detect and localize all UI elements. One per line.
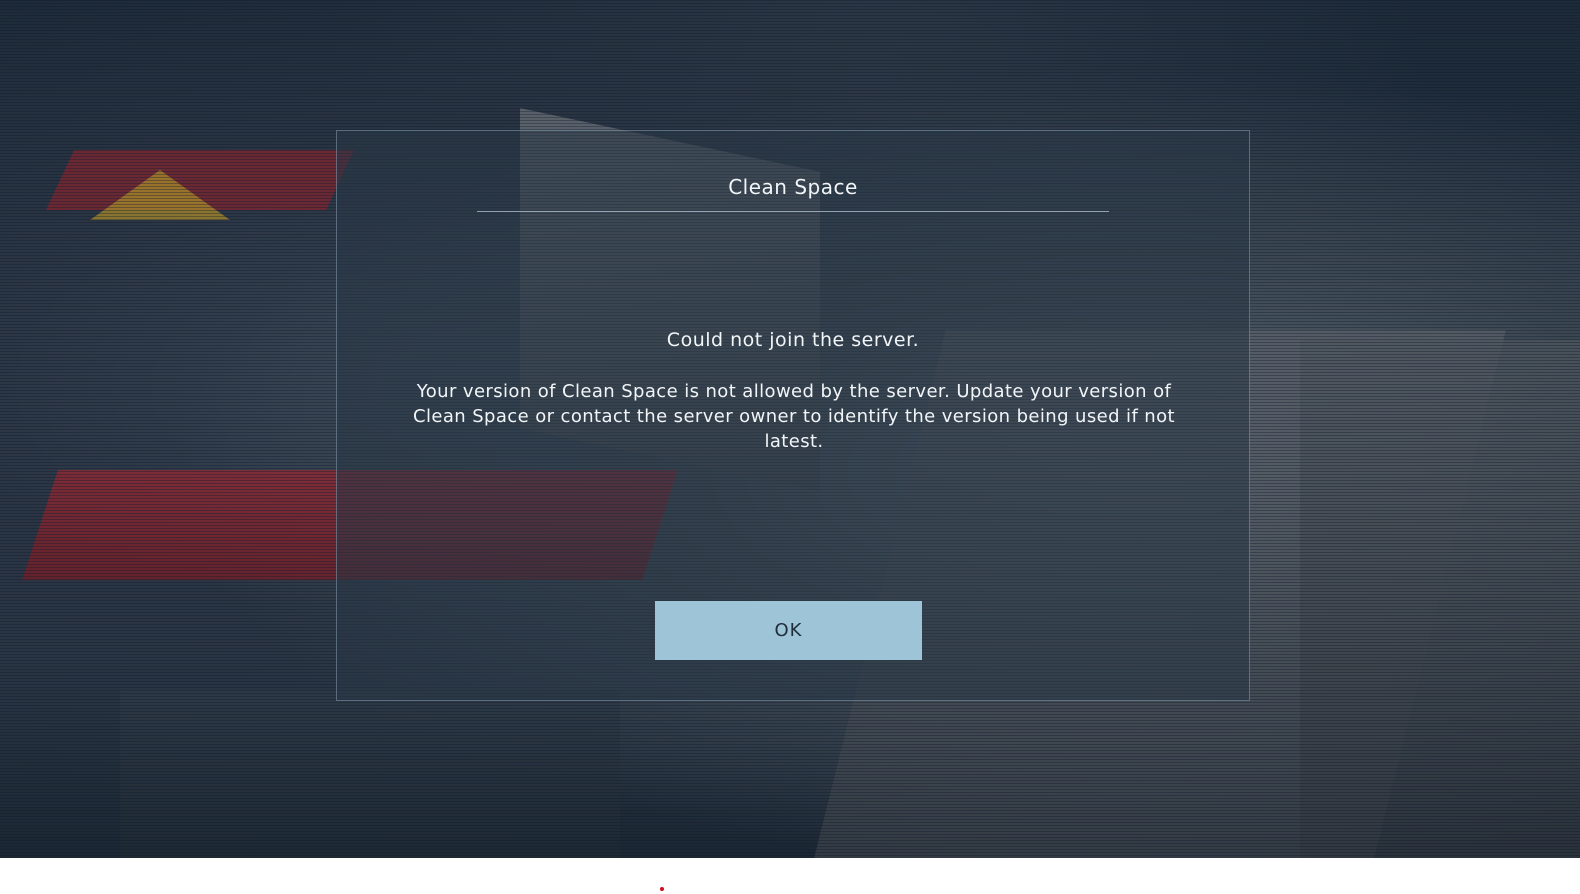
game-background: Clean Space Could not join the server. Y… [0,0,1580,858]
message-body: Your version of Clean Space is not allow… [413,381,1175,452]
error-dialog: Clean Space Could not join the server. Y… [336,130,1250,701]
ok-button[interactable]: OK [655,601,922,660]
ship-hull-yellow [90,170,230,220]
bottom-strip [0,858,1580,894]
dialog-title: Clean Space [728,175,858,199]
ship-hull-far-right [1300,340,1580,858]
mouse-cursor-icon [660,887,664,891]
title-divider [477,211,1109,212]
message-heading: Could not join the server. [666,329,920,351]
ship-engine-area [120,690,620,858]
